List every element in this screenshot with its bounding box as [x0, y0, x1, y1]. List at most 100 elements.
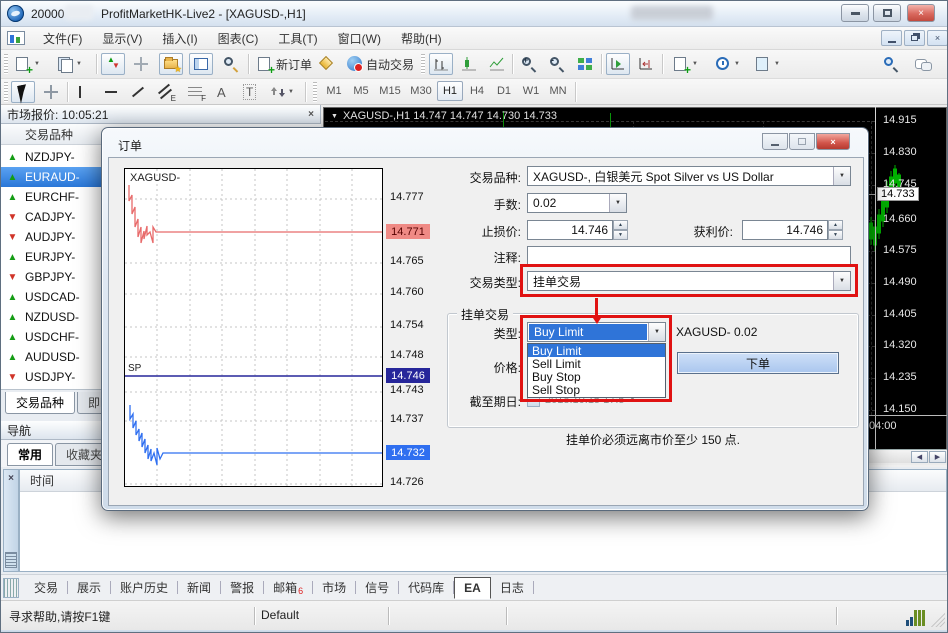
- tab-signals[interactable]: 信号: [356, 576, 398, 599]
- tile-windows-button[interactable]: [573, 53, 597, 75]
- tab-market[interactable]: 市场: [313, 576, 355, 599]
- tab-trade[interactable]: 交易: [25, 576, 67, 599]
- chart-menu-icon[interactable]: [7, 31, 25, 45]
- scroll-left-button[interactable]: ◀: [911, 451, 928, 463]
- maximize-button[interactable]: [873, 4, 901, 22]
- symbol-select[interactable]: XAGUSD-, 白银美元 Spot Silver vs US Dollar ▼: [527, 166, 851, 186]
- timeframe-d1[interactable]: D1: [491, 81, 517, 101]
- timeframe-m5[interactable]: M5: [348, 81, 374, 101]
- spin-up-icon[interactable]: ▲: [828, 220, 843, 230]
- dock-handle-icon[interactable]: [3, 578, 19, 598]
- tab-mailbox[interactable]: 邮箱6: [264, 576, 312, 599]
- data-window-button[interactable]: [129, 53, 153, 75]
- panel-close-icon[interactable]: ×: [308, 109, 314, 120]
- status-profile[interactable]: Default: [261, 608, 299, 622]
- arrows-tool[interactable]: ▼: [267, 81, 298, 103]
- periods-button[interactable]: ▼: [711, 53, 744, 75]
- dock-handle-icon[interactable]: [5, 552, 17, 568]
- scroll-right-button[interactable]: ▶: [929, 451, 946, 463]
- text-label-tool[interactable]: T: [239, 81, 260, 103]
- tab-journal[interactable]: 日志: [491, 576, 533, 599]
- tab-account-history[interactable]: 账户历史: [111, 576, 177, 599]
- menu-charts[interactable]: 图表(C): [208, 27, 269, 50]
- timeframe-m15[interactable]: M15: [375, 81, 405, 101]
- menu-file[interactable]: 文件(F): [33, 27, 92, 50]
- line-chart-button[interactable]: [485, 53, 509, 75]
- child-minimize-button[interactable]: [881, 30, 902, 46]
- dialog-minimize-button[interactable]: [762, 133, 788, 150]
- timeframe-h4[interactable]: H4: [464, 81, 490, 101]
- channel-tool[interactable]: E: [153, 81, 177, 103]
- chat-button[interactable]: [911, 53, 935, 75]
- price-tick: 14.320: [883, 339, 917, 351]
- chevron-down-icon[interactable]: ▼: [331, 113, 338, 120]
- timeframe-h1[interactable]: H1: [437, 81, 463, 101]
- tab-symbols[interactable]: 交易品种: [5, 392, 75, 414]
- indicators-button[interactable]: + ▼: [669, 53, 702, 75]
- take-profit-field[interactable]: 14.746: [742, 220, 828, 240]
- toolbar-grip[interactable]: [4, 54, 8, 74]
- comment-input[interactable]: [527, 246, 851, 265]
- chart-shift-button[interactable]: [634, 53, 658, 75]
- dialog-maximize-button[interactable]: [789, 133, 815, 150]
- new-chart-button[interactable]: + ▼: [11, 53, 44, 75]
- candlestick-button[interactable]: [457, 53, 481, 75]
- terminal-toggle[interactable]: [189, 53, 213, 75]
- tab-common[interactable]: 常用: [7, 443, 53, 466]
- cursor-icon: [15, 84, 31, 100]
- resize-grip[interactable]: [931, 613, 945, 627]
- tab-news[interactable]: 新闻: [178, 576, 220, 599]
- volume-select[interactable]: 0.02 ▼: [527, 193, 627, 213]
- auto-scroll-toggle[interactable]: [606, 53, 630, 75]
- close-button[interactable]: ×: [907, 4, 935, 22]
- tab-alerts[interactable]: 警报: [221, 576, 263, 599]
- toolbar-grip[interactable]: [421, 54, 425, 74]
- timeframe-m1[interactable]: M1: [321, 81, 347, 101]
- menu-view[interactable]: 显示(V): [92, 27, 152, 50]
- bar-chart-button[interactable]: [429, 53, 453, 75]
- tab-code-base[interactable]: 代码库: [399, 576, 453, 599]
- trendline-tool[interactable]: [127, 81, 149, 103]
- menu-tools[interactable]: 工具(T): [268, 27, 327, 50]
- strategy-tester-button[interactable]: [219, 53, 243, 75]
- profiles-button[interactable]: ▼: [53, 53, 86, 75]
- vertical-line-tool[interactable]: [75, 81, 85, 103]
- dialog-close-button[interactable]: ×: [816, 133, 850, 150]
- autotrading-button[interactable]: 自动交易: [343, 53, 418, 75]
- tab-experts[interactable]: EA: [454, 577, 491, 599]
- chevron-down-icon[interactable]: ▼: [833, 167, 850, 185]
- panel-close-icon[interactable]: ×: [8, 473, 14, 484]
- search-button[interactable]: [879, 53, 903, 75]
- cursor-tool[interactable]: [11, 81, 35, 103]
- maximize-icon: [883, 9, 892, 17]
- metaeditor-button[interactable]: [315, 53, 339, 75]
- menu-insert[interactable]: 插入(I): [152, 27, 207, 50]
- text-tool[interactable]: A: [213, 81, 230, 103]
- timeframe-mn[interactable]: MN: [545, 81, 571, 101]
- spin-down-icon[interactable]: ▼: [828, 230, 843, 240]
- menu-help[interactable]: 帮助(H): [391, 27, 452, 50]
- place-order-button[interactable]: 下单: [677, 352, 839, 374]
- chevron-down-icon[interactable]: ▼: [609, 194, 626, 212]
- fibonacci-tool[interactable]: F: [183, 81, 207, 103]
- zoom-in-button[interactable]: +: [517, 53, 541, 75]
- market-watch-toggle[interactable]: [101, 53, 125, 75]
- take-profit-spinner[interactable]: ▲ ▼: [828, 220, 843, 240]
- horizontal-line-tool[interactable]: [101, 81, 121, 103]
- tab-exposure[interactable]: 展示: [68, 576, 110, 599]
- crosshair-tool[interactable]: [39, 81, 63, 103]
- navigator-toggle[interactable]: ★: [159, 53, 183, 75]
- new-order-button[interactable]: + 新订单: [253, 53, 316, 75]
- zoom-out-button[interactable]: -: [545, 53, 569, 75]
- minimize-button[interactable]: [841, 4, 869, 22]
- child-restore-button[interactable]: [904, 30, 925, 46]
- indicators-icon: +: [673, 56, 689, 72]
- timeframe-w1[interactable]: W1: [518, 81, 544, 101]
- stop-loss-field[interactable]: 14.746: [527, 220, 613, 240]
- timeframe-m30[interactable]: M30: [406, 81, 436, 101]
- templates-button[interactable]: ▼: [751, 53, 784, 75]
- toolbar-grip[interactable]: [4, 82, 8, 102]
- child-close-button[interactable]: ×: [927, 30, 948, 46]
- menu-window[interactable]: 窗口(W): [328, 27, 391, 50]
- toolbar-grip[interactable]: [313, 82, 317, 102]
